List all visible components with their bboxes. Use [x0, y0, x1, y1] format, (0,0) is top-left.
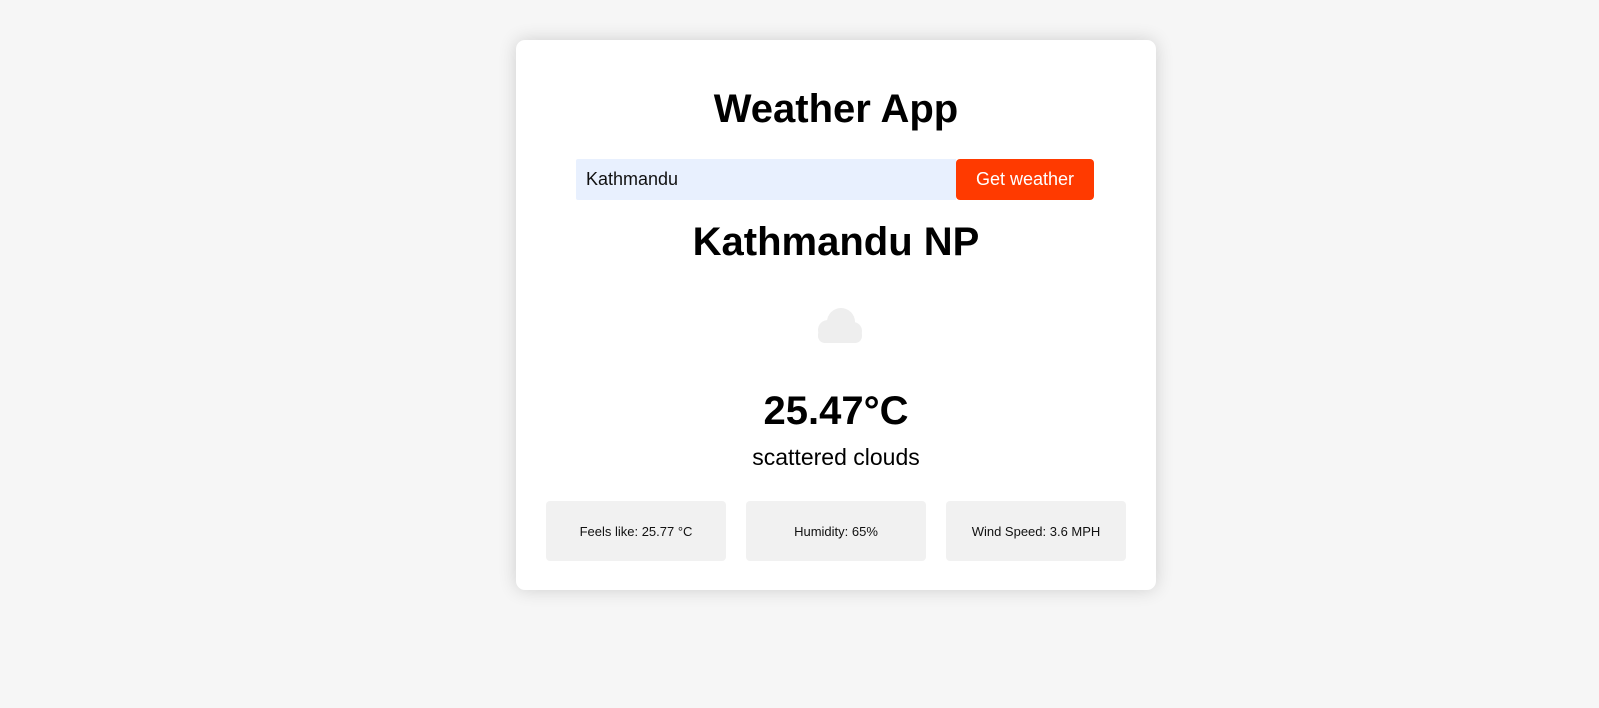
- feels-like-box: Feels like: 25.77 °C: [546, 501, 726, 561]
- city-input[interactable]: [576, 159, 956, 200]
- search-form: Get weather: [576, 159, 1094, 200]
- location-name: Kathmandu NP: [692, 220, 980, 264]
- cloud-icon: [801, 300, 871, 350]
- temperature: 25.47°C: [763, 389, 909, 433]
- app-title: Weather App: [713, 87, 959, 131]
- humidity-box: Humidity: 65%: [746, 501, 926, 561]
- weather-details: Feels like: 25.77 °C Humidity: 65% Wind …: [546, 501, 1126, 561]
- get-weather-button[interactable]: Get weather: [956, 159, 1094, 200]
- weather-description: scattered clouds: [752, 444, 920, 470]
- weather-card: Weather App Get weather Kathmandu NP 25.…: [516, 40, 1156, 590]
- wind-speed-box: Wind Speed: 3.6 MPH: [946, 501, 1126, 561]
